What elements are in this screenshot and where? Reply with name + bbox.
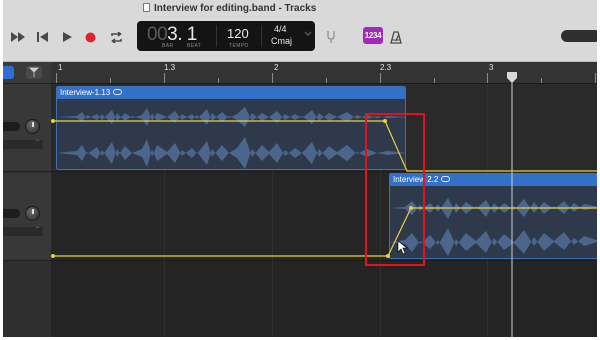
ruler-tick xyxy=(541,78,542,83)
annotation-highlight-box xyxy=(365,113,425,266)
ruler-label: 3 xyxy=(489,63,494,72)
play-icon xyxy=(62,32,72,42)
tuner-button[interactable] xyxy=(324,28,338,46)
skip-back-icon xyxy=(36,32,48,42)
document-icon xyxy=(143,3,150,12)
track-header-toolbar xyxy=(3,62,51,84)
ruler-tick xyxy=(434,78,435,83)
metronome-icon xyxy=(390,30,402,44)
ruler-tick xyxy=(272,73,273,83)
loop-icon xyxy=(113,89,123,95)
lcd-display[interactable]: 003. 1 BAR BEAT 120 TEMPO 4/4 Cmaj xyxy=(137,21,315,51)
ruler-tick xyxy=(380,73,381,83)
lcd-divider xyxy=(216,25,217,47)
timeline-ruler[interactable]: 1 1.3 2 2.3 3 xyxy=(51,62,597,84)
smart-controls-toggle[interactable] xyxy=(3,66,14,79)
track-headers xyxy=(3,62,51,337)
loop-icon xyxy=(441,176,451,182)
cycle-button[interactable] xyxy=(107,28,125,46)
track-header-1[interactable] xyxy=(3,84,51,172)
fast-forward-icon xyxy=(11,32,25,42)
ruler-label: 2 xyxy=(274,63,279,72)
control-bar: Interview for editing.band - Tracks 003.… xyxy=(3,0,597,62)
ruler-label: 1.3 xyxy=(164,63,176,72)
catch-playhead-icon xyxy=(29,67,39,77)
ruler-tick xyxy=(595,73,596,83)
time-signature: 4/4 xyxy=(274,24,287,34)
position-value: 3. 1 xyxy=(167,24,197,45)
garageband-window: Interview for editing.band - Tracks 003.… xyxy=(3,0,597,337)
play-button[interactable] xyxy=(60,28,74,46)
ruler-tick xyxy=(110,78,111,83)
window-title-text: Interview for editing.band - Tracks xyxy=(154,3,317,14)
tempo-label: TEMPO xyxy=(229,43,249,49)
tempo-value: 120 xyxy=(227,26,249,41)
master-volume-slider[interactable] xyxy=(561,30,597,42)
position-leading-zeros: 00 xyxy=(147,24,168,45)
track-volume-slider[interactable] xyxy=(3,122,20,131)
tuning-fork-icon xyxy=(327,31,335,43)
go-to-beginning-button[interactable] xyxy=(34,28,50,46)
beat-label: BEAT xyxy=(187,43,202,49)
count-in-button[interactable]: 1234 xyxy=(363,27,383,44)
automation-parameter-popup[interactable] xyxy=(3,139,43,149)
metronome-button[interactable] xyxy=(389,28,403,46)
waveform xyxy=(57,107,405,169)
lcd-divider xyxy=(261,25,262,47)
track-pan-knob[interactable] xyxy=(25,206,40,221)
tracks-area[interactable]: Interview-1.13 Interview 2.2 xyxy=(51,84,597,337)
lcd-mode-chevron-icon[interactable] xyxy=(303,28,313,40)
fast-forward-button[interactable] xyxy=(9,28,27,46)
ruler-tick xyxy=(218,78,219,83)
cycle-icon xyxy=(110,31,122,43)
ruler-tick xyxy=(164,73,165,83)
record-icon xyxy=(85,32,95,42)
ruler-label: 2.3 xyxy=(380,63,392,72)
audio-region-1[interactable]: Interview-1.13 xyxy=(56,86,406,170)
track-pan-knob[interactable] xyxy=(25,119,40,134)
ruler-label: 1 xyxy=(58,63,63,72)
track-volume-slider[interactable] xyxy=(3,209,20,218)
key-signature: Cmaj xyxy=(271,36,293,46)
ruler-tick xyxy=(56,73,57,83)
region-header[interactable]: Interview-1.13 xyxy=(57,87,405,99)
ruler-tick xyxy=(326,78,327,83)
window-title: Interview for editing.band - Tracks xyxy=(143,3,316,14)
track-header-2[interactable] xyxy=(3,173,51,261)
ruler-tick xyxy=(487,73,488,83)
bar-label: BAR xyxy=(162,43,174,49)
automation-parameter-popup[interactable] xyxy=(3,226,43,236)
region-name: Interview-1.13 xyxy=(60,88,111,97)
catch-playhead-button[interactable] xyxy=(26,66,42,79)
record-button[interactable] xyxy=(83,28,97,46)
